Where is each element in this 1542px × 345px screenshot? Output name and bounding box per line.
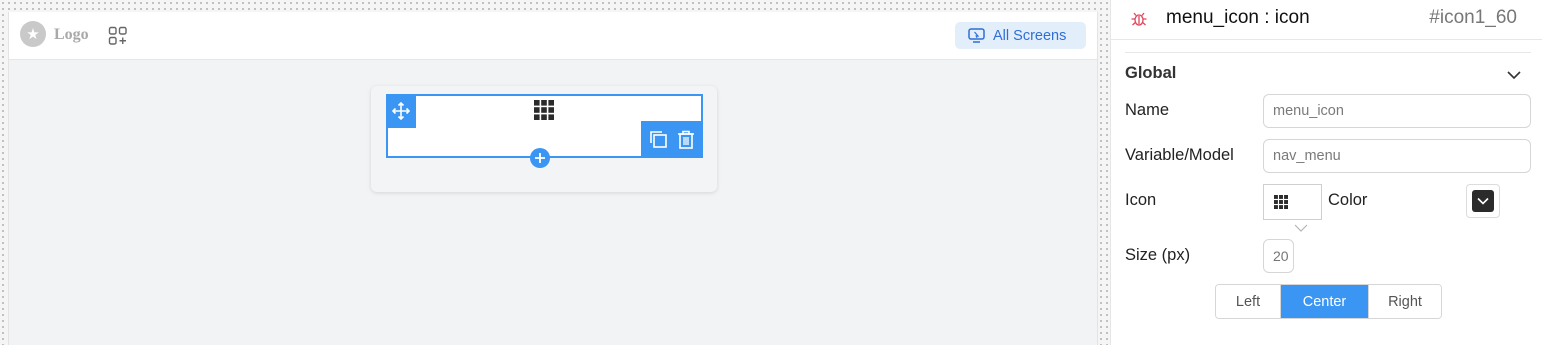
size-input[interactable]: [1263, 239, 1294, 273]
bug-icon: [1131, 12, 1147, 26]
grid-icon: [1274, 195, 1288, 209]
chevron-down-icon: [1477, 197, 1489, 205]
icon-picker[interactable]: [1263, 184, 1322, 220]
align-left-button[interactable]: Left: [1216, 285, 1281, 318]
grid-icon: [534, 100, 554, 120]
component-action-bar: [641, 121, 703, 157]
all-screens-label: All Screens: [993, 27, 1067, 44]
icon-label: Icon: [1125, 191, 1157, 209]
move-icon: [392, 102, 410, 120]
color-label: Color: [1328, 191, 1368, 209]
add-component-button[interactable]: [530, 148, 550, 168]
trash-icon[interactable]: [677, 130, 695, 149]
align-center-button[interactable]: Center: [1281, 285, 1368, 318]
plus-icon: [535, 153, 545, 163]
name-label: Name: [1125, 101, 1170, 119]
panel-header: menu_icon : icon #icon1_60: [1111, 0, 1542, 40]
variable-model-input[interactable]: [1263, 139, 1531, 173]
app-topbar: ★ Logo All Screens: [9, 12, 1097, 60]
star-icon: ★: [20, 21, 46, 47]
alignment-toggle-group: Left Center Right: [1215, 284, 1442, 319]
chevron-down-icon[interactable]: [1506, 67, 1522, 83]
copy-icon[interactable]: [649, 130, 668, 149]
all-screens-button[interactable]: All Screens: [955, 22, 1086, 49]
size-label: Size (px): [1125, 246, 1191, 264]
variable-model-label: Variable/Model: [1125, 146, 1234, 164]
properties-panel: menu_icon : icon #icon1_60 Global Name V…: [1110, 0, 1542, 345]
section-title-global[interactable]: Global: [1125, 64, 1176, 83]
component-title: menu_icon : icon: [1166, 7, 1310, 28]
align-right-button[interactable]: Right: [1368, 285, 1441, 318]
chevron-down-icon[interactable]: [1294, 223, 1308, 233]
screen-cursor-icon: [968, 28, 985, 43]
component-id: #icon1_60: [1429, 7, 1517, 28]
color-swatch: [1472, 190, 1494, 212]
name-input[interactable]: [1263, 94, 1531, 128]
add-widget-icon[interactable]: [108, 26, 128, 46]
move-handle[interactable]: [386, 94, 416, 128]
logo-text: Logo: [54, 26, 89, 43]
color-picker-button[interactable]: [1466, 184, 1500, 218]
divider: [1125, 52, 1531, 53]
